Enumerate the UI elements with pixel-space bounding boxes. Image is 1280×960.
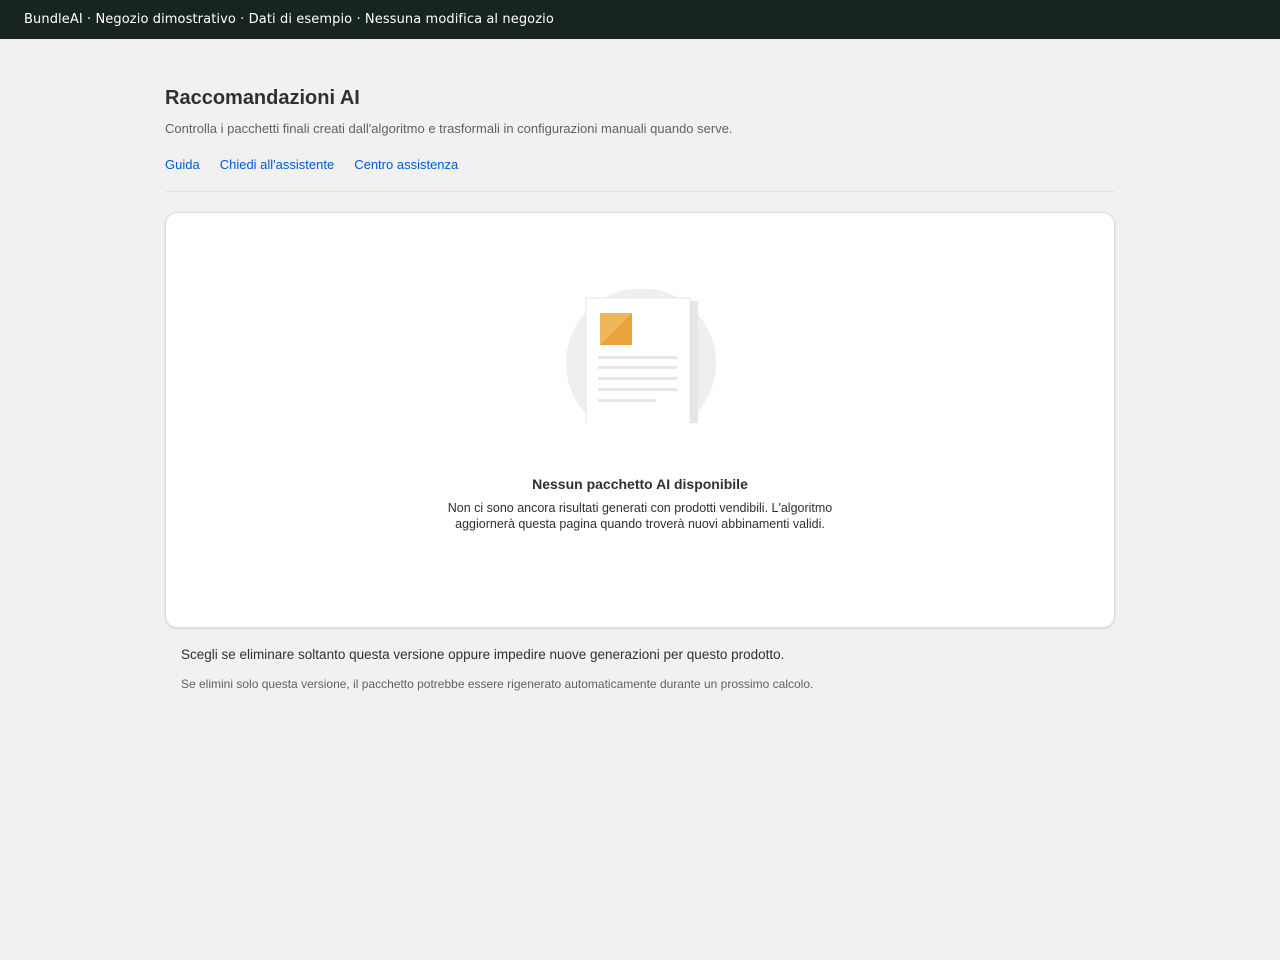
page-subtitle: Controlla i pacchetti finali creati dall… [165, 121, 733, 136]
empty-state-card: Nessun pacchetto AI disponibile Non ci s… [165, 212, 1115, 628]
help-center-link[interactable]: Centro assistenza [354, 157, 458, 173]
empty-document-icon [566, 289, 718, 425]
deletion-help-text: Se elimini solo questa versione, il pacc… [181, 677, 814, 691]
top-banner-text: BundleAI · Negozio dimostrativo · Dati d… [24, 12, 554, 27]
help-links: Guida Chiedi all'assistente Centro assis… [165, 157, 458, 173]
top-banner: BundleAI · Negozio dimostrativo · Dati d… [0, 0, 1280, 39]
deletion-choice-note: Scegli se eliminare soltanto questa vers… [181, 647, 785, 662]
empty-state-title: Nessun pacchetto AI disponibile [532, 476, 748, 492]
ask-assistant-link[interactable]: Chiedi all'assistente [220, 157, 335, 173]
header-divider [165, 191, 1115, 192]
guide-link[interactable]: Guida [165, 157, 200, 173]
page-title: Raccomandazioni AI [165, 87, 360, 109]
empty-state-description: Non ci sono ancora risultati generati co… [447, 501, 833, 531]
